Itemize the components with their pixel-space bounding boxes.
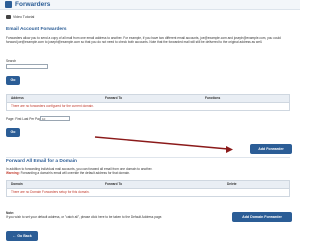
domain-table-header: Domain Forward To Delete (7, 181, 289, 189)
go-back-button[interactable]: ← Go Back (6, 231, 38, 241)
go-back-label: Go Back (17, 234, 32, 238)
domain-forwarders-heading: Forward All Email for a Domain (6, 159, 77, 164)
column-domain[interactable]: Domain (11, 181, 23, 188)
warning-text: Forwarding a domain's email will overrid… (20, 171, 130, 175)
add-domain-forwarder-button[interactable]: Add Domain Forwarder (232, 212, 292, 222)
domain-empty-message: There are no Domain Forwarders setup for… (7, 189, 289, 196)
domain-warning: Warning: Forwarding a domain's email wil… (6, 171, 130, 175)
annotation-arrow (94, 136, 233, 153)
section-divider (6, 157, 290, 158)
back-arrow-icon: ← (12, 233, 17, 238)
add-forwarder-button[interactable]: Add Forwarder (250, 144, 292, 154)
note-text[interactable]: If you wish to set your default address,… (6, 215, 226, 219)
domain-empty-text: There are no Domain Forwarders setup for… (11, 190, 90, 194)
domain-forwarders-table: Domain Forward To Delete There are no Do… (6, 180, 290, 197)
warning-label: Warning: (6, 171, 20, 175)
column-domain-forward-to[interactable]: Forward To (105, 181, 122, 188)
column-delete: Delete (227, 182, 237, 186)
